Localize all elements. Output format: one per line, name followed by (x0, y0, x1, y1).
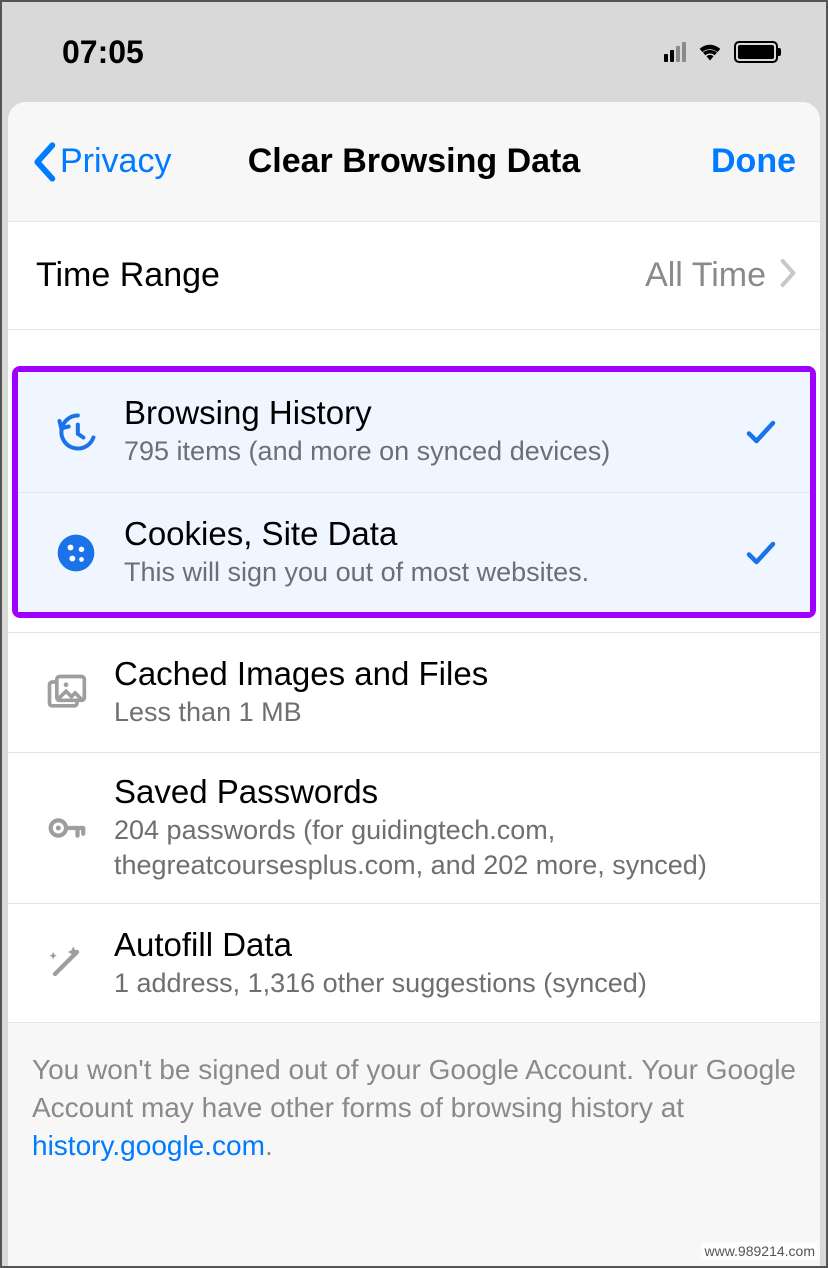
wand-icon (36, 941, 96, 985)
cookie-icon (46, 531, 106, 575)
item-subtitle: Less than 1 MB (114, 695, 746, 730)
status-bar: 07:05 (2, 2, 826, 102)
done-button[interactable]: Done (711, 142, 796, 181)
chevron-right-icon (780, 258, 796, 293)
battery-icon (734, 41, 778, 63)
images-icon (36, 671, 96, 715)
back-button[interactable]: Privacy (32, 142, 171, 182)
time-range-value-wrap: All Time (645, 256, 796, 295)
item-title: Cached Images and Files (114, 655, 746, 693)
list-item-cookies[interactable]: Cookies, Site Data This will sign you ou… (18, 492, 810, 612)
list-item-autofill[interactable]: Autofill Data 1 address, 1,316 other sug… (8, 903, 820, 1023)
content-area: Time Range All Time Browsing History 795… (8, 222, 820, 1193)
item-subtitle: 795 items (and more on synced devices) (124, 434, 736, 469)
watermark: www.989214.com (701, 1242, 818, 1260)
checkmark-icon (736, 535, 786, 571)
time-range-row[interactable]: Time Range All Time (8, 222, 820, 330)
status-icons (664, 39, 778, 66)
unchecked-items: Cached Images and Files Less than 1 MB S… (8, 632, 820, 1023)
footer-text-after: . (265, 1130, 273, 1161)
list-item-cached-images[interactable]: Cached Images and Files Less than 1 MB (8, 632, 820, 752)
checkmark-icon (736, 414, 786, 450)
footer-link[interactable]: history.google.com (32, 1130, 265, 1161)
list-item-saved-passwords[interactable]: Saved Passwords 204 passwords (for guidi… (8, 752, 820, 903)
highlighted-items: Browsing History 795 items (and more on … (12, 366, 816, 618)
item-subtitle: This will sign you out of most websites. (124, 555, 736, 590)
item-subtitle: 204 passwords (for guidingtech.com, theg… (114, 813, 746, 883)
status-time: 07:05 (62, 34, 144, 71)
chevron-left-icon (32, 142, 56, 182)
modal-sheet: Privacy Clear Browsing Data Done Time Ra… (8, 102, 820, 1266)
wifi-icon (696, 39, 724, 66)
back-label: Privacy (60, 142, 171, 181)
item-subtitle: 1 address, 1,316 other suggestions (sync… (114, 966, 746, 1001)
item-title: Browsing History (124, 394, 736, 432)
cellular-signal-icon (664, 42, 686, 62)
item-title: Autofill Data (114, 926, 746, 964)
history-icon (46, 410, 106, 454)
footer-note: You won't be signed out of your Google A… (8, 1023, 820, 1192)
time-range-label: Time Range (36, 256, 220, 295)
key-icon (36, 805, 96, 851)
item-title: Saved Passwords (114, 773, 746, 811)
footer-text-before: You won't be signed out of your Google A… (32, 1054, 796, 1123)
list-item-browsing-history[interactable]: Browsing History 795 items (and more on … (18, 372, 810, 492)
time-range-value: All Time (645, 256, 766, 295)
item-title: Cookies, Site Data (124, 515, 736, 553)
nav-header: Privacy Clear Browsing Data Done (8, 102, 820, 222)
